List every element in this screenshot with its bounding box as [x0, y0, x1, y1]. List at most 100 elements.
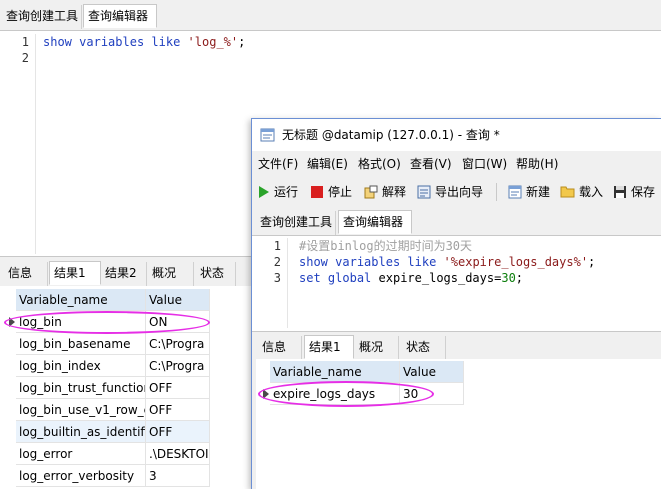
- new-query-icon: [508, 185, 522, 198]
- query-window: 无标题 @datamip (127.0.0.1) - 查询 * 文件(F) 编辑…: [251, 118, 661, 489]
- line-number: 1: [21, 35, 29, 49]
- column-header[interactable]: Variable_name: [16, 289, 146, 311]
- cell-variable-name[interactable]: log_bin: [16, 311, 146, 333]
- load-label: 载入: [579, 185, 604, 199]
- code-line-3: set global expire_logs_days=30;: [299, 270, 595, 286]
- tab-query-builder[interactable]: 查询创建工具: [256, 211, 336, 235]
- tab-status[interactable]: 状态: [196, 262, 236, 286]
- menu-file[interactable]: 文件(F): [258, 153, 298, 175]
- cell-variable-name[interactable]: log_bin_use_v1_row_e: [16, 399, 146, 421]
- navicat-query-icon: [260, 128, 275, 142]
- code-area[interactable]: #设置binlog的过期时间为30天 show variables like '…: [299, 238, 595, 286]
- string-literal: '%expire_logs_days%': [443, 255, 589, 269]
- tab-result1[interactable]: 结果1: [49, 261, 101, 285]
- keyword: set: [299, 271, 321, 285]
- dialog-editor-tabbar: 查询创建工具 查询编辑器: [252, 207, 661, 235]
- current-row-indicator-icon: [263, 389, 269, 399]
- menu-view[interactable]: 查看(V): [410, 153, 452, 175]
- keyword: like: [407, 255, 437, 269]
- semicolon: ;: [238, 35, 246, 49]
- cell-value[interactable]: OFF: [146, 377, 210, 399]
- code-line-2: show variables like '%expire_logs_days%'…: [299, 254, 595, 270]
- cell-value[interactable]: OFF: [146, 399, 210, 421]
- save-label: 保存: [631, 185, 656, 199]
- explain-button[interactable]: 解释: [364, 179, 406, 205]
- column-header[interactable]: Value: [146, 289, 210, 311]
- menu-window[interactable]: 窗口(W): [462, 153, 507, 175]
- line-number: 3: [273, 271, 281, 285]
- tab-query-editor[interactable]: 查询编辑器: [338, 210, 412, 234]
- menu-edit[interactable]: 编辑(E): [307, 153, 348, 175]
- title-bar[interactable]: 无标题 @datamip (127.0.0.1) - 查询 *: [252, 119, 661, 151]
- export-wizard-icon: [417, 185, 431, 198]
- export-wizard-button[interactable]: 导出向导: [417, 179, 483, 205]
- tab-profile[interactable]: 概况: [355, 336, 399, 360]
- line-number-gutter: 1 2 3: [256, 238, 288, 328]
- cell-value[interactable]: 30: [400, 383, 464, 405]
- tab-result1[interactable]: 结果1: [304, 335, 354, 359]
- cell-value[interactable]: ON: [146, 311, 210, 333]
- tab-profile[interactable]: 概况: [148, 262, 194, 286]
- play-icon: [259, 185, 269, 198]
- menu-format[interactable]: 格式(O): [358, 153, 401, 175]
- line-number-gutter: 1 2: [0, 34, 36, 254]
- explain-icon: [364, 185, 378, 198]
- semicolon: ;: [588, 255, 596, 269]
- folder-icon: [560, 186, 575, 198]
- tab-query-editor[interactable]: 查询编辑器: [83, 4, 157, 28]
- tab-query-builder[interactable]: 查询创建工具: [2, 5, 82, 29]
- dialog-result-tabbar: 信息 结果1 概况 状态: [252, 331, 661, 360]
- load-button[interactable]: 载入: [560, 179, 603, 205]
- tab-result2[interactable]: 结果2: [101, 262, 147, 286]
- cell-value[interactable]: .\DESKTOI: [146, 443, 210, 465]
- editor-tabbar: 查询创建工具 查询编辑器: [0, 0, 661, 30]
- column-header[interactable]: Value: [400, 361, 464, 383]
- semicolon: ;: [515, 271, 524, 285]
- cell-value[interactable]: C:\Progra: [146, 333, 210, 355]
- sql-editor[interactable]: 1 2 3 #设置binlog的过期时间为30天 show variables …: [252, 235, 661, 331]
- tab-info[interactable]: 信息: [258, 336, 302, 360]
- menu-help[interactable]: 帮助(H): [516, 153, 558, 175]
- toolbar: 运行 停止 解释 导出向导 新建 载入 保存: [252, 179, 661, 205]
- cell-value[interactable]: OFF: [146, 421, 210, 443]
- line-number: 2: [273, 255, 281, 269]
- string-literal: 'log_%': [187, 35, 239, 49]
- stop-icon: [311, 185, 323, 198]
- keyword: show: [43, 35, 72, 49]
- result-grid[interactable]: Variable_name Value expire_logs_days 30: [256, 359, 661, 489]
- cell-variable-name[interactable]: log_builtin_as_identifie: [16, 421, 146, 443]
- code-line-1-comment: #设置binlog的过期时间为30天: [299, 239, 473, 253]
- cell-variable-name[interactable]: log_bin_index: [16, 355, 146, 377]
- toolbar-separator: [496, 183, 497, 201]
- code-area[interactable]: show variables like 'log_%';: [43, 34, 245, 66]
- keyword: show: [299, 255, 328, 269]
- cell-variable-name[interactable]: expire_logs_days: [270, 383, 400, 405]
- number-literal: 30: [501, 271, 516, 285]
- run-label: 运行: [274, 185, 299, 199]
- window-title: 无标题 @datamip (127.0.0.1) - 查询 *: [282, 128, 500, 142]
- column-header[interactable]: Variable_name: [270, 361, 400, 383]
- cell-variable-name[interactable]: log_bin_trust_function: [16, 377, 146, 399]
- cell-variable-name[interactable]: log_error_verbosity: [16, 465, 146, 487]
- identifier: expire_logs_days=: [378, 271, 502, 285]
- tab-status[interactable]: 状态: [402, 336, 446, 360]
- floppy-disk-icon: [614, 185, 626, 198]
- menu-bar: 文件(F) 编辑(E) 格式(O) 查看(V) 窗口(W) 帮助(H): [252, 153, 661, 175]
- stop-button[interactable]: 停止: [310, 179, 352, 205]
- keyword: variables: [335, 255, 401, 269]
- save-button[interactable]: 保存: [613, 179, 655, 205]
- stop-label: 停止: [328, 185, 353, 199]
- export-label: 导出向导: [435, 185, 484, 199]
- result-grid[interactable]: Variable_name Value log_bin ON log_bin_b…: [0, 286, 260, 489]
- cell-value[interactable]: C:\Progra: [146, 355, 210, 377]
- cell-variable-name[interactable]: log_bin_basename: [16, 333, 146, 355]
- tab-info[interactable]: 信息: [4, 262, 48, 286]
- run-button[interactable]: 运行: [258, 179, 298, 205]
- line-number: 1: [273, 239, 281, 253]
- explain-label: 解释: [382, 185, 407, 199]
- cell-variable-name[interactable]: log_error: [16, 443, 146, 465]
- keyword: like: [151, 35, 181, 49]
- cell-value[interactable]: 3: [146, 465, 210, 487]
- new-button[interactable]: 新建: [508, 179, 550, 205]
